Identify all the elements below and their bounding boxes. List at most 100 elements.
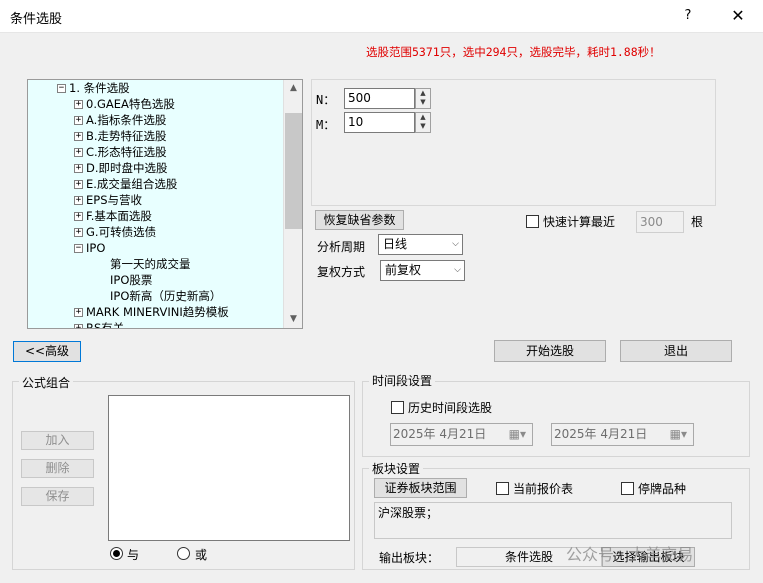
condition-tree[interactable]: −1. 条件选股 +0.GAEA特色选股 + A.指标条件选股 + B.走势特征选股… xyxy=(27,79,303,329)
expand-icon[interactable]: + xyxy=(74,212,83,221)
n-stepper[interactable]: ▲ ▼ xyxy=(415,88,431,109)
expand-icon[interactable]: + xyxy=(74,164,83,173)
exit-button[interactable]: 退出 xyxy=(620,340,732,362)
collapse-icon[interactable]: − xyxy=(57,84,66,93)
m-stepper[interactable]: ▲ ▼ xyxy=(415,112,431,133)
current-quote-checkbox[interactable] xyxy=(496,482,509,495)
tree-item[interactable]: + E.成交量组合选股 xyxy=(74,176,177,192)
formula-list[interactable] xyxy=(108,395,350,541)
spin-up-icon[interactable]: ▲ xyxy=(416,113,430,122)
tree-leaf[interactable]: 第一天的成交量 xyxy=(110,256,191,272)
tree-item[interactable]: + C.形态特征选股 xyxy=(74,144,167,160)
adjust-select[interactable]: 前复权 ⌵ xyxy=(380,260,465,281)
advanced-button[interactable]: <<高级 xyxy=(13,341,81,362)
tree-item-label: E.成交量组合选股 xyxy=(86,177,178,191)
expand-icon[interactable]: + xyxy=(74,308,83,317)
scroll-thumb[interactable] xyxy=(285,113,302,229)
and-radio[interactable] xyxy=(110,547,123,560)
fast-calc-checkbox[interactable] xyxy=(526,215,539,228)
tree-item-label: RS有关 xyxy=(86,321,125,329)
collapse-icon[interactable]: − xyxy=(74,244,83,253)
tree-item[interactable]: + RS有关 xyxy=(74,320,125,329)
expand-icon[interactable]: + xyxy=(74,228,83,237)
tree-leaf[interactable]: IPO股票 xyxy=(110,272,152,288)
save-button[interactable]: 保存 xyxy=(21,487,94,506)
tree-item[interactable]: + B.走势特征选股 xyxy=(74,128,167,144)
history-checkbox[interactable] xyxy=(391,401,404,414)
start-selection-button[interactable]: 开始选股 xyxy=(494,340,606,362)
tree-item[interactable]: + G.可转债选债 xyxy=(74,224,156,240)
tree-item-label: IPO股票 xyxy=(110,273,153,287)
current-quote-label: 当前报价表 xyxy=(513,482,574,496)
expand-icon[interactable]: + xyxy=(74,132,83,141)
add-button[interactable]: 加入 xyxy=(21,431,94,450)
tree-item-label: 第一天的成交量 xyxy=(110,257,191,271)
expand-icon[interactable]: + xyxy=(74,324,83,328)
expand-icon[interactable]: + xyxy=(74,148,83,157)
tree-item-label: A.指标条件选股 xyxy=(86,113,167,127)
spin-down-icon[interactable]: ▼ xyxy=(416,122,430,131)
period-label: 分析周期 xyxy=(317,240,366,254)
tree-item-label: D.即时盘中选股 xyxy=(86,161,168,175)
tree-item[interactable]: −1. 条件选股 xyxy=(57,80,130,96)
tree-item[interactable]: − IPO xyxy=(74,240,105,256)
scroll-down-icon[interactable]: ▼ xyxy=(284,311,303,328)
calendar-icon[interactable]: ▦▾ xyxy=(670,424,687,445)
output-block-label: 输出板块： xyxy=(379,551,440,565)
suspended-checkbox[interactable] xyxy=(621,482,634,495)
m-label: M： xyxy=(316,118,336,132)
or-radio[interactable] xyxy=(177,547,190,560)
adjust-value: 前复权 xyxy=(385,263,422,277)
period-select[interactable]: 日线 ⌵ xyxy=(378,234,463,255)
tree-item-label: B.走势特征选股 xyxy=(86,129,167,143)
chevron-down-icon: ⌵ xyxy=(452,239,459,249)
tree-leaf[interactable]: IPO新高（历史新高） xyxy=(110,288,221,304)
tree-item[interactable]: + A.指标条件选股 xyxy=(74,112,166,128)
delete-button[interactable]: 删除 xyxy=(21,459,94,478)
tree-item-label: G.可转债选债 xyxy=(86,225,157,239)
spin-up-icon[interactable]: ▲ xyxy=(416,89,430,98)
tree-item-label: C.形态特征选股 xyxy=(86,145,167,159)
tree-scrollbar[interactable]: ▲ ▼ xyxy=(283,80,302,328)
close-button[interactable]: ✕ xyxy=(722,4,754,28)
chevron-down-icon: ⌵ xyxy=(454,265,461,275)
tree-item-label: 0.GAEA特色选股 xyxy=(86,97,175,111)
calendar-icon[interactable]: ▦▾ xyxy=(509,424,526,445)
status-message: 选股范围5371只，选中294只，选股完毕，耗时1.88秒！ xyxy=(366,45,661,59)
scroll-up-icon[interactable]: ▲ xyxy=(284,80,303,97)
tree-item[interactable]: + D.即时盘中选股 xyxy=(74,160,168,176)
radio-selected-dot xyxy=(113,550,120,557)
m-input[interactable]: 10 xyxy=(344,112,415,133)
block-range-button[interactable]: 证券板块范围 xyxy=(374,478,467,498)
expand-icon[interactable]: + xyxy=(74,180,83,189)
end-date-picker[interactable]: 2025年 4月21日 ▦▾ xyxy=(551,423,694,446)
end-date-value: 2025年 4月21日 xyxy=(554,427,648,441)
or-radio-label: 或 xyxy=(195,548,208,562)
block-range-text: 沪深股票； xyxy=(374,502,732,539)
tree-item-label: IPO新高（历史新高） xyxy=(110,289,222,303)
tree-item[interactable]: + MARK MINERVINI趋势模板 xyxy=(74,304,229,320)
suspended-label: 停牌品种 xyxy=(638,482,687,496)
time-group-title: 时间段设置 xyxy=(369,372,436,389)
tree-item[interactable]: +0.GAEA特色选股 xyxy=(74,96,175,112)
fast-calc-count-input[interactable]: 300 xyxy=(636,211,684,233)
adjust-label: 复权方式 xyxy=(317,265,366,279)
block-group-title: 板块设置 xyxy=(369,460,424,477)
n-input[interactable]: 500 xyxy=(344,88,415,109)
tree-item-label: EPS与营收 xyxy=(86,193,143,207)
window-title: 条件选股 xyxy=(10,12,63,27)
restore-defaults-button[interactable]: 恢复缺省参数 xyxy=(315,210,404,230)
tree-item[interactable]: + EPS与营收 xyxy=(74,192,142,208)
tree-item-label: F.基本面选股 xyxy=(86,209,152,223)
tree-item-label: MARK MINERVINI趋势模板 xyxy=(86,305,229,319)
start-date-picker[interactable]: 2025年 4月21日 ▦▾ xyxy=(390,423,533,446)
expand-icon[interactable]: + xyxy=(74,116,83,125)
period-value: 日线 xyxy=(383,237,408,251)
expand-icon[interactable]: + xyxy=(74,100,83,109)
tree-item[interactable]: + F.基本面选股 xyxy=(74,208,152,224)
formula-group-title: 公式组合 xyxy=(19,374,74,391)
help-button[interactable]: ? xyxy=(673,4,703,28)
spin-down-icon[interactable]: ▼ xyxy=(416,98,430,107)
fast-calc-label: 快速计算最近 xyxy=(543,215,616,229)
expand-icon[interactable]: + xyxy=(74,196,83,205)
